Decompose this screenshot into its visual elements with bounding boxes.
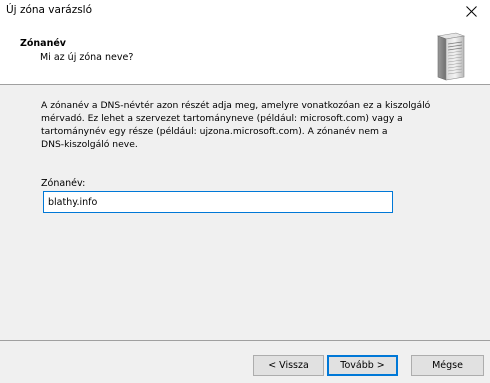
- close-icon: [465, 5, 477, 17]
- server-icon: [436, 32, 466, 81]
- page-subtitle: Mi az új zóna neve?: [40, 52, 134, 63]
- wizard-header: Zónanév Mi az új zóna neve?: [0, 22, 490, 84]
- zone-name-input[interactable]: [43, 191, 393, 213]
- page-title: Zónanév: [20, 38, 66, 49]
- cancel-button[interactable]: Mégse: [411, 355, 484, 376]
- next-button[interactable]: Tovább >: [327, 355, 398, 376]
- zone-name-label: Zónanév:: [41, 178, 86, 189]
- back-button[interactable]: < Vissza: [253, 355, 324, 376]
- window-title: Új zóna varázsló: [6, 4, 93, 16]
- close-button[interactable]: [460, 1, 482, 21]
- wizard-content: A zónanév a DNS-névtér azon részét adja …: [0, 85, 490, 340]
- description-text: A zónanév a DNS-névtér azon részét adja …: [41, 100, 431, 150]
- title-bar: Új zóna varázsló: [0, 0, 490, 22]
- wizard-footer: < Vissza Tovább > Mégse: [0, 341, 490, 383]
